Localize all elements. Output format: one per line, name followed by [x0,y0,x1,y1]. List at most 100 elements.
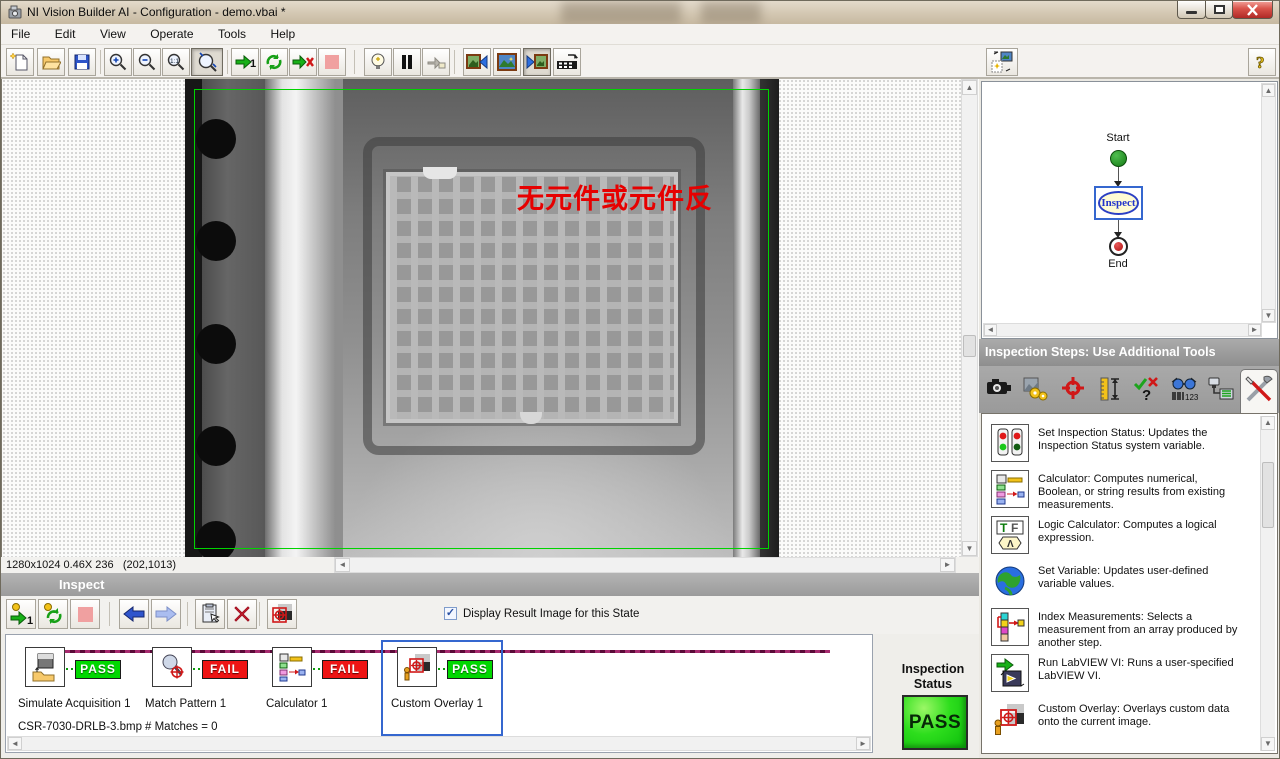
highlight-execution-button[interactable] [364,48,392,76]
tool-item-run-labview-vi[interactable]: Run LabVIEW VI: Runs a user-specified La… [1038,657,1238,683]
save-file-button[interactable] [68,48,96,76]
step-custom-overlay[interactable] [397,647,437,687]
current-step-tool-button[interactable] [267,599,297,629]
tool-item-index-measurements[interactable]: Index Measurements: Selects a measuremen… [1038,611,1238,650]
step-calculator[interactable] [272,647,312,687]
zoom-1to1-button[interactable]: 1:1 [162,48,190,76]
scroll-down-button[interactable] [962,541,977,556]
switch-view-button[interactable] [986,48,1018,76]
play-images-button[interactable] [523,48,551,76]
step-match-pattern[interactable] [152,647,192,687]
tab-enhance-image[interactable] [1018,372,1054,413]
diagram-inspect-node[interactable]: Inspect [1094,186,1143,220]
run-state-once-button[interactable]: 1 [6,599,36,629]
viewer-horizontal-scrollbar[interactable] [334,557,956,573]
scroll-up-button[interactable] [1262,84,1275,97]
image-status-text: 1280x1024 0.46X 236 (202,1013) [6,559,176,571]
menu-view[interactable]: View [90,24,136,45]
index-measurements-icon[interactable] [991,608,1029,646]
step-over-button[interactable] [422,48,450,76]
steps-list[interactable]: PASS Simulate Acquisition 1 CSR-7030-DRL… [5,634,873,753]
tool-list[interactable]: Set Inspection Status: Updates the Inspe… [981,413,1278,754]
title-bar[interactable]: NI Vision Builder AI - Configuration - d… [1,1,1279,24]
state-toolbar: 1 Display Result Image for this State [1,596,979,634]
display-result-image-checkbox[interactable] [444,607,457,620]
set-variable-icon[interactable] [991,562,1029,600]
tab-acquire-image[interactable] [981,372,1017,413]
zoom-out-button[interactable] [133,48,161,76]
tab-communicate[interactable] [1203,372,1239,413]
pause-button[interactable] [393,48,421,76]
scroll-left-button[interactable] [8,737,22,750]
inspection-image[interactable]: 无元件或元件反 [185,79,779,557]
scrollbar-thumb[interactable] [963,335,976,357]
state-diagram-panel[interactable]: Start Inspect End [981,81,1278,339]
menu-edit[interactable]: Edit [45,24,86,45]
scroll-right-button[interactable] [856,737,870,750]
stop-button[interactable] [318,48,346,76]
scroll-right-button[interactable] [1248,324,1261,336]
run-labview-vi-icon[interactable] [991,654,1029,692]
tool-item-custom-overlay[interactable]: Custom Overlay: Overlays custom data ont… [1038,703,1238,729]
menu-help[interactable]: Help [260,24,305,45]
scroll-right-button[interactable] [940,558,955,572]
scroll-up-button[interactable] [962,80,977,95]
next-state-button[interactable] [151,599,181,629]
run-state-loop-button[interactable] [38,599,68,629]
zoom-to-fit-button[interactable] [191,48,223,76]
tab-check-presence[interactable]: ? [1129,372,1165,413]
previous-image-button[interactable] [463,48,491,76]
scrollbar-thumb[interactable] [1262,462,1274,528]
scroll-down-button[interactable] [1262,309,1275,322]
tab-identify-parts[interactable]: 123 [1166,372,1202,413]
calculator-icon[interactable] [991,470,1029,508]
viewer-vertical-scrollbar[interactable] [961,79,978,557]
menu-tools[interactable]: Tools [208,24,256,45]
step-simulate-acquisition[interactable] [25,647,65,687]
scroll-left-button[interactable] [335,558,350,572]
roi-rectangle[interactable] [194,89,769,549]
maximize-button[interactable] [1205,1,1233,19]
menu-operate[interactable]: Operate [140,24,203,45]
open-file-button[interactable] [37,48,65,76]
run-loop-button[interactable] [260,48,288,76]
set-inspection-status-icon[interactable] [991,424,1029,462]
minimize-button[interactable] [1177,1,1206,19]
tool-item-logic-calculator[interactable]: Logic Calculator: Computes a logical exp… [1038,519,1238,545]
tool-item-calculator[interactable]: Calculator: Computes numerical, Boolean,… [1038,473,1238,512]
image-viewer[interactable]: 无元件或元件反 [1,79,979,557]
tab-locate-features[interactable] [1055,372,1091,413]
custom-overlay-list-icon[interactable] [991,700,1029,738]
diagram-end-node[interactable] [1109,237,1128,256]
run-once-button[interactable]: 1 [231,48,259,76]
tab-measure-features[interactable] [1092,372,1128,413]
steps-horizontal-scrollbar[interactable] [7,736,871,751]
run-until-failure-button[interactable] [289,48,317,76]
edit-step-icon [200,603,220,625]
delete-step-button[interactable] [227,599,257,629]
diagram-inspect-ellipse[interactable]: Inspect [1098,191,1139,215]
diagram-start-node[interactable] [1110,150,1127,167]
lightbulb-icon [369,52,387,72]
make-movie-button[interactable] [553,48,581,76]
run-loop-icon [264,52,284,72]
tool-list-vertical-scrollbar[interactable] [1260,416,1275,751]
edit-step-button[interactable] [195,599,225,629]
help-button[interactable]: ? [1248,48,1276,76]
close-button[interactable] [1232,1,1273,19]
diagram-horizontal-scrollbar[interactable] [983,323,1262,337]
tool-item-set-variable[interactable]: Set Variable: Updates user-defined varia… [1038,565,1238,591]
stop-state-button[interactable] [70,599,100,629]
menu-file[interactable]: File [1,24,40,45]
browse-images-button[interactable] [493,48,521,76]
scroll-up-button[interactable] [1261,416,1275,430]
tab-use-additional-tools[interactable] [1240,369,1278,413]
previous-state-button[interactable] [119,599,149,629]
diagram-vertical-scrollbar[interactable] [1261,83,1276,323]
new-file-button[interactable] [6,48,34,76]
scroll-left-button[interactable] [984,324,997,336]
scroll-down-button[interactable] [1261,737,1275,751]
tool-item-set-inspection-status[interactable]: Set Inspection Status: Updates the Inspe… [1038,427,1238,453]
logic-calculator-icon[interactable]: TFΛ [991,516,1029,554]
zoom-in-button[interactable] [104,48,132,76]
